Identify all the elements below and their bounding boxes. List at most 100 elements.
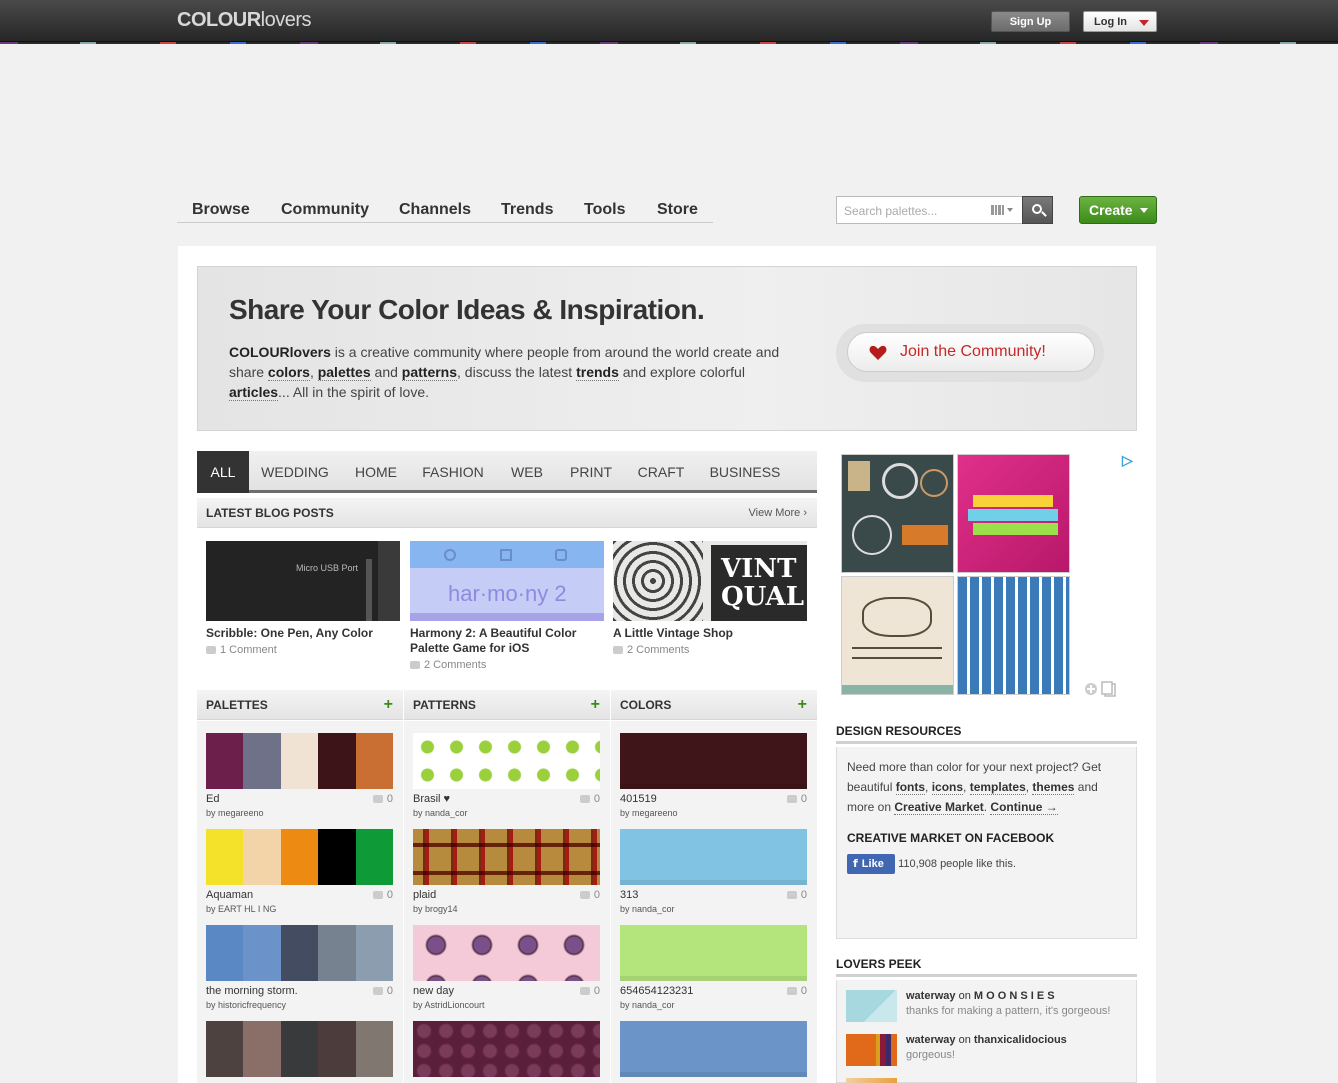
search-type-icon[interactable]: [991, 205, 1013, 215]
peek-thumbnail[interactable]: [846, 1034, 897, 1066]
pattern-author[interactable]: by brogy14: [413, 904, 458, 914]
tab-craft[interactable]: CRAFT: [632, 451, 690, 493]
post-thumbnail[interactable]: VINT QUAL: [613, 541, 807, 621]
nav-tools[interactable]: Tools: [584, 201, 625, 219]
color-swatch[interactable]: [620, 925, 807, 981]
search-input[interactable]: Search palettes...: [836, 196, 1023, 224]
color-swatch[interactable]: [620, 1021, 807, 1077]
palette-author[interactable]: by historicfrequency: [206, 1000, 286, 1010]
peek-item[interactable]: waterway on thanxicalidocious gorgeous!: [846, 1034, 1126, 1072]
nav-trends[interactable]: Trends: [501, 201, 553, 219]
peek-target[interactable]: thanxicalidocious: [974, 1034, 1067, 1046]
ad-block[interactable]: [841, 454, 1073, 697]
design-resources-heading: DESIGN RESOURCES: [836, 724, 1137, 744]
ad-image[interactable]: [957, 576, 1070, 695]
palettes-link[interactable]: palettes: [317, 364, 371, 381]
palette-swatch[interactable]: [206, 1021, 393, 1077]
color-name[interactable]: 654654123231: [620, 985, 693, 997]
adchoices-icon[interactable]: ▷: [1122, 452, 1136, 468]
post-thumbnail[interactable]: har·mo·ny 2: [410, 541, 604, 621]
palette-comments: 0: [372, 985, 393, 997]
nav-browse[interactable]: Browse: [192, 201, 250, 219]
palette-author[interactable]: by megareeno: [206, 808, 264, 818]
tab-business[interactable]: BUSINESS: [705, 451, 785, 493]
peek-target[interactable]: M O O N S I E S: [974, 990, 1055, 1002]
palette-name[interactable]: Aquaman: [206, 889, 253, 901]
palette-swatch[interactable]: [206, 733, 393, 789]
fonts-link[interactable]: fonts: [895, 780, 926, 795]
create-button[interactable]: Create: [1079, 196, 1157, 224]
signup-button[interactable]: Sign Up: [991, 11, 1070, 32]
post-thumbnail[interactable]: Micro USB Port: [206, 541, 400, 621]
nav-store[interactable]: Store: [657, 201, 698, 219]
themes-link[interactable]: themes: [1032, 780, 1075, 795]
post-comments[interactable]: 2 Comments: [410, 659, 486, 671]
site-logo[interactable]: COLOURlovers: [177, 9, 312, 32]
tab-web[interactable]: WEB: [502, 451, 552, 493]
creative-market-link[interactable]: Creative Market: [894, 800, 984, 815]
trends-link[interactable]: trends: [576, 364, 619, 381]
post-title[interactable]: Harmony 2: A Beautiful Color Palette Gam…: [410, 626, 600, 656]
peek-user[interactable]: waterway: [906, 1034, 956, 1046]
pattern-author[interactable]: by nanda_cor: [413, 808, 468, 818]
post-comments[interactable]: 2 Comments: [613, 644, 689, 656]
patterns-link[interactable]: patterns: [401, 364, 458, 381]
color-author[interactable]: by nanda_cor: [620, 1000, 675, 1010]
nav-community[interactable]: Community: [281, 201, 369, 219]
peek-user[interactable]: waterway: [906, 990, 956, 1002]
pattern-swatch[interactable]: [413, 733, 600, 789]
tab-home[interactable]: HOME: [346, 451, 406, 493]
tab-print[interactable]: PRINT: [564, 451, 618, 493]
nav-channels[interactable]: Channels: [399, 201, 471, 219]
pattern-name[interactable]: new day: [413, 985, 454, 997]
peek-thumbnail[interactable]: [846, 1078, 897, 1083]
color-author[interactable]: by megareeno: [620, 808, 678, 818]
ad-image[interactable]: [957, 454, 1070, 573]
icons-link[interactable]: icons: [931, 780, 964, 795]
tab-wedding[interactable]: WEDDING: [254, 451, 336, 493]
articles-link[interactable]: articles: [229, 384, 279, 401]
peek-thumbnail[interactable]: [846, 990, 897, 1022]
brand-link[interactable]: COLOURlovers: [229, 344, 331, 360]
post-title[interactable]: Scribble: One Pen, Any Color: [206, 626, 396, 641]
peek-item[interactable]: waterway on M O O N S I E S thanks for m…: [846, 990, 1126, 1028]
continue-link[interactable]: Continue →: [990, 800, 1058, 815]
join-community-button[interactable]: Join the Community!: [847, 332, 1095, 372]
color-author[interactable]: by nanda_cor: [620, 904, 675, 914]
ad-image[interactable]: [841, 576, 954, 695]
colors-link[interactable]: colors: [267, 364, 310, 381]
tab-fashion[interactable]: FASHION: [418, 451, 488, 493]
color-swatch[interactable]: [620, 829, 807, 885]
palette-swatch[interactable]: [206, 829, 393, 885]
login-button[interactable]: Log In: [1083, 11, 1157, 32]
palette-name[interactable]: Ed: [206, 793, 219, 805]
search-button[interactable]: [1022, 196, 1053, 224]
pattern-author[interactable]: by AstridLioncourt: [413, 1000, 485, 1010]
pattern-name[interactable]: Brasil ♥: [413, 793, 450, 805]
facebook-like-button[interactable]: f Like: [847, 854, 895, 874]
hero-description: COLOURlovers is a creative community whe…: [229, 344, 780, 401]
pattern-name[interactable]: plaid: [413, 889, 436, 901]
like-count: 110,908 people like this.: [898, 858, 1016, 870]
pattern-swatch[interactable]: [413, 829, 600, 885]
color-name[interactable]: 313: [620, 889, 638, 901]
color-comments: 0: [786, 985, 807, 997]
add-color-icon[interactable]: +: [798, 690, 807, 720]
templates-link[interactable]: templates: [969, 780, 1026, 795]
ad-share-icon[interactable]: [1084, 681, 1120, 697]
post-title[interactable]: A Little Vintage Shop: [613, 626, 803, 641]
palette-name[interactable]: the morning storm.: [206, 985, 298, 997]
tab-all[interactable]: ALL: [197, 451, 249, 493]
color-swatch[interactable]: [620, 733, 807, 789]
post-comments[interactable]: 1 Comment: [206, 644, 277, 656]
ad-image[interactable]: [841, 454, 954, 573]
palette-swatch[interactable]: [206, 925, 393, 981]
patterns-header: PATTERNS +: [404, 690, 610, 720]
color-name[interactable]: 401519: [620, 793, 657, 805]
add-palette-icon[interactable]: +: [384, 690, 393, 720]
palette-author[interactable]: by EART HL I NG: [206, 904, 276, 914]
view-more-link[interactable]: View More ›: [749, 498, 807, 528]
pattern-swatch[interactable]: [413, 1021, 600, 1077]
pattern-swatch[interactable]: [413, 925, 600, 981]
add-pattern-icon[interactable]: +: [591, 690, 600, 720]
